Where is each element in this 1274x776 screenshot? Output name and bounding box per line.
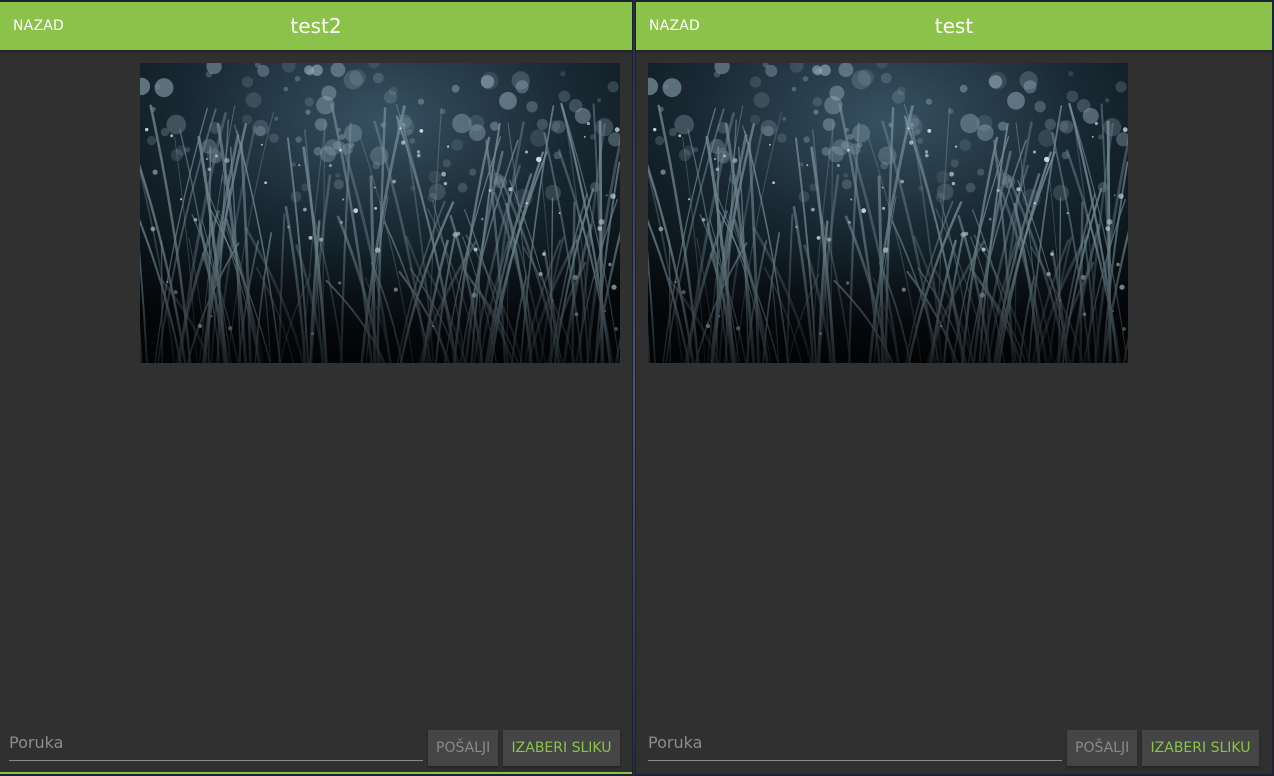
chat-window-right: NAZAD test Poruka POŠALJI IZABERI SLIKU [636,2,1272,774]
chat-title: test2 [290,14,342,38]
grass-photo-graphic [648,63,1128,363]
send-button[interactable]: POŠALJI [1067,730,1137,766]
app-bar: NAZAD test2 [0,2,632,50]
message-input[interactable] [648,724,1062,761]
screen: NAZAD test2 Poruka POŠALJI IZABERI SLIKU… [0,0,1274,776]
message-input[interactable] [9,724,423,761]
chat-window-left: NAZAD test2 Poruka POŠALJI IZABERI SLIKU [0,2,632,774]
chat-title: test [934,14,974,38]
message-image[interactable] [648,63,1128,363]
message-list[interactable] [0,50,632,714]
message-list[interactable] [636,50,1272,714]
send-button[interactable]: POŠALJI [428,730,498,766]
focus-underline [0,772,632,774]
message-composer: POŠALJI IZABERI SLIKU [636,714,1272,774]
message-image[interactable] [140,63,620,363]
message-composer: POŠALJI IZABERI SLIKU [0,714,632,774]
pick-image-button[interactable]: IZABERI SLIKU [503,730,620,766]
pick-image-button[interactable]: IZABERI SLIKU [1142,730,1259,766]
app-bar: NAZAD test [636,2,1272,50]
grass-photo-graphic [140,63,620,363]
